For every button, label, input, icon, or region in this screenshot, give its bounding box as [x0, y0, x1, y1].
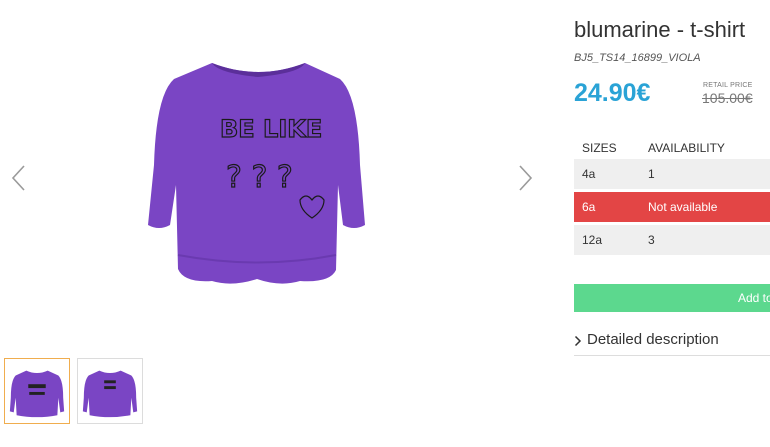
next-image-button[interactable] [515, 163, 535, 193]
retail-price: 105.00€ [702, 90, 753, 106]
previous-image-button[interactable] [9, 163, 29, 193]
size-label: 6a [582, 200, 596, 214]
chevron-right-icon [519, 165, 533, 191]
product-title: blumarine - t-shirt [574, 17, 746, 42]
divider [574, 355, 770, 356]
print-line-2: ? ? ? [226, 160, 293, 195]
thumbnail-front[interactable] [4, 358, 70, 424]
product-sku: BJ5_TS14_16899_VIOLA [574, 52, 701, 64]
retail-price-label: RETAIL PRICE [703, 82, 753, 89]
availability-value: 1 [648, 167, 655, 181]
availability-value: 3 [648, 233, 655, 247]
main-product-image: BE LIKE ? ? ? [140, 55, 375, 300]
availability-column-header: AVAILABILITY [648, 141, 725, 155]
sizes-table-header: SIZES AVAILABILITY [574, 137, 770, 159]
product-gallery: BE LIKE ? ? ? [0, 0, 545, 447]
sizes-table: SIZES AVAILABILITY 4a 1 6a Not available… [574, 137, 770, 258]
chevron-right-icon [574, 335, 582, 347]
size-row-4a[interactable]: 4a 1 [574, 159, 770, 189]
size-label: 12a [582, 233, 603, 247]
size-row-6a[interactable]: 6a Not available [574, 192, 770, 222]
product-info: blumarine - t-shirt BJ5_TS14_16899_VIOLA… [574, 0, 770, 447]
print-line-1: BE LIKE [220, 115, 322, 143]
thumbnail-back[interactable] [77, 358, 143, 424]
size-label: 4a [582, 167, 596, 181]
sizes-column-header: SIZES [582, 141, 617, 155]
chevron-left-icon [11, 165, 25, 191]
detailed-description-label: Detailed description [587, 331, 719, 348]
product-price: 24.90€ [574, 79, 651, 107]
availability-value: Not available [648, 200, 718, 214]
add-to-cart-label: Add to [738, 291, 770, 305]
size-row-12a[interactable]: 12a 3 [574, 225, 770, 255]
detailed-description-toggle[interactable]: Detailed description [574, 331, 770, 355]
add-to-cart-button[interactable]: Add to [574, 284, 770, 312]
